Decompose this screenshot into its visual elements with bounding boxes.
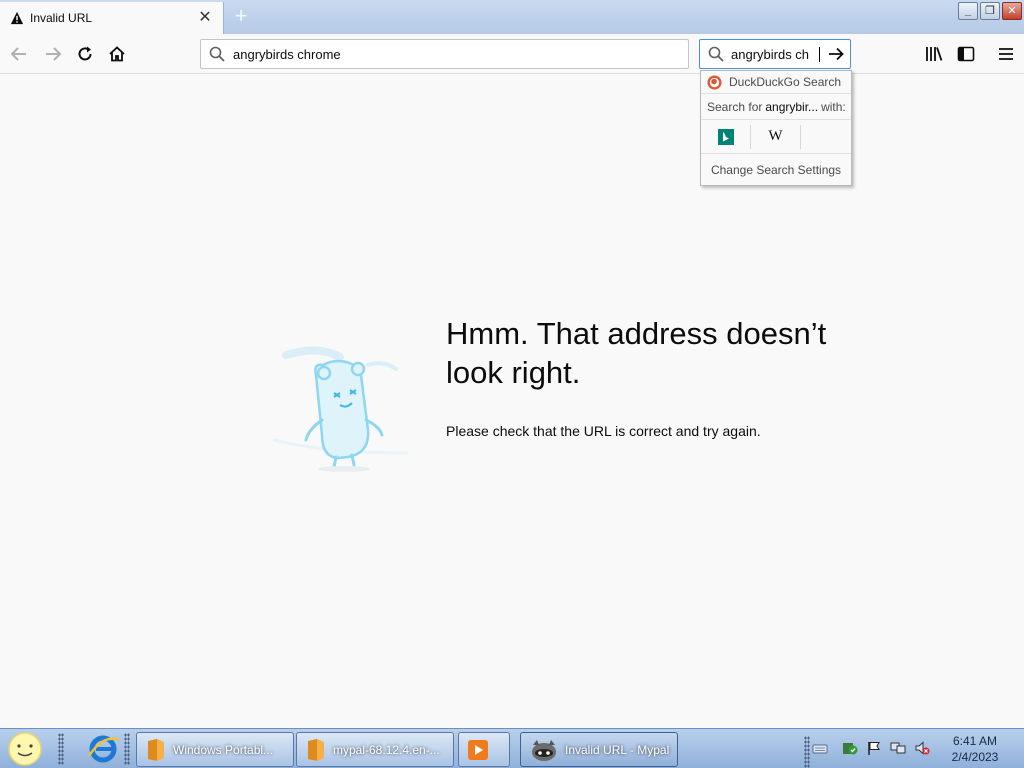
text-caret [819,46,820,62]
tray-grip[interactable] [804,736,810,768]
restore-button[interactable]: ❐ [980,2,1000,20]
error-title: Hmm. That address doesn’t look right. [446,316,827,390]
back-arrow-icon [10,47,26,61]
media-player-icon [468,739,488,760]
volume-muted-icon[interactable] [914,740,930,756]
one-off-engines: W [701,120,851,154]
reload-button[interactable] [71,40,99,68]
search-icon [708,46,724,62]
close-icon[interactable]: ✕ [197,10,213,26]
search-icon [209,46,225,62]
go-arrow-icon[interactable] [826,44,846,64]
search-suggestions-popup: DuckDuckGo Search Search for angrybir...… [700,70,852,186]
search-for-row: Search for angrybir... with: [701,94,851,120]
close-window-button[interactable]: ✕ [1002,2,1022,20]
home-icon [109,46,125,62]
package-icon [308,738,324,761]
home-button[interactable] [103,40,131,68]
error-illustration [272,346,409,472]
bing-engine-button[interactable] [701,124,751,149]
current-search-engine[interactable]: DuckDuckGo Search [701,71,851,94]
window-controls: _ ❐ ✕ [958,2,1022,20]
sidebar-icon[interactable] [956,44,976,64]
minimize-button[interactable]: _ [958,2,978,20]
url-bar[interactable]: angrybirds chrome [200,39,689,69]
taskbar-button-label: mypal-68.12.4.en-... [333,742,440,757]
new-tab-button[interactable]: + [230,5,252,28]
engine-name: DuckDuckGo Search [729,75,842,89]
close-window-icon: ✕ [1007,5,1017,17]
search-input[interactable]: angrybirds ch [731,47,819,62]
tab-title: Invalid URL [30,11,93,25]
keyboard-icon[interactable] [812,740,828,756]
taskbar-button-mypal-browser[interactable]: Invalid URL - Mypal [520,732,678,767]
taskbar: Windows Portabl... mypal-68.12.4.en-... … [0,728,1024,768]
menu-icon[interactable] [996,44,1016,64]
taskbar-button-media-player[interactable] [458,732,510,767]
restore-icon: ❐ [985,5,995,17]
reload-icon [78,46,92,61]
url-input[interactable]: angrybirds chrome [233,47,341,62]
taskbar-button-mypal-installer[interactable]: mypal-68.12.4.en-... [296,732,454,767]
minimize-icon: _ [964,5,972,17]
taskbar-button-windows-portable[interactable]: Windows Portabl... [136,732,294,767]
search-for-prefix: Search for [707,99,763,114]
clock-time: 6:41 AM [952,734,998,748]
forward-arrow-icon [46,47,62,61]
mypal-raccoon-icon [532,739,556,761]
internet-explorer-icon[interactable] [86,732,120,766]
navigation-bar: angrybirds chrome angrybirds ch [0,34,1024,74]
package-icon [148,738,164,761]
search-bar[interactable]: angrybirds ch [699,39,851,69]
tab-strip: Invalid URL ✕ + _ ❐ ✕ [0,0,1024,34]
wikipedia-icon: W [768,128,783,144]
search-for-suffix: with: [821,99,846,114]
library-icon[interactable] [924,44,944,64]
back-button[interactable] [5,40,33,68]
taskbar-grip[interactable] [58,733,64,765]
security-shield-icon[interactable] [842,740,858,756]
bing-icon [717,128,734,145]
system-clock[interactable]: 6:41 AM 2/4/2023 [940,733,1010,765]
change-search-settings-button[interactable]: Change Search Settings [701,154,851,185]
taskbar-button-label: Windows Portabl... [173,742,274,757]
error-description: Please check that the URL is correct and… [446,423,761,439]
action-center-flag-icon[interactable] [866,740,882,756]
clock-date: 2/4/2023 [951,750,999,764]
search-for-term: angrybir... [765,99,819,114]
forward-button[interactable] [39,40,67,68]
network-icon[interactable] [890,740,906,756]
warning-icon [10,11,24,25]
wikipedia-engine-button[interactable]: W [751,124,801,149]
tab-invalid-url[interactable]: Invalid URL ✕ [0,2,224,34]
start-button[interactable] [6,731,44,767]
taskbar-grip[interactable] [124,733,130,765]
duckduckgo-icon [707,74,722,90]
taskbar-button-label: Invalid URL - Mypal [565,742,670,757]
